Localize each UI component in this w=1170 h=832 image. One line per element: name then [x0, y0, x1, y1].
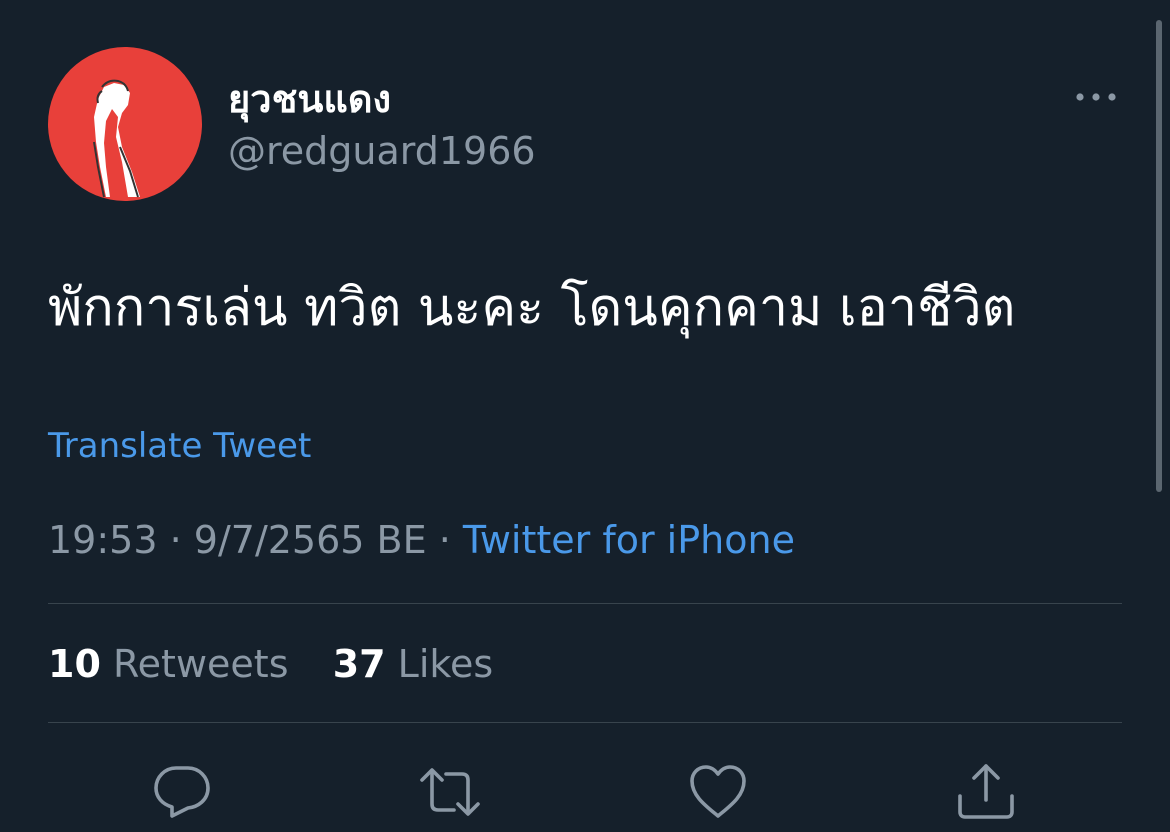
likes-label: Likes — [397, 642, 494, 686]
share-button[interactable] — [954, 760, 1018, 824]
retweets-count: 10 — [48, 642, 101, 686]
avatar[interactable] — [48, 47, 202, 201]
heart-icon — [690, 765, 746, 818]
meta-separator: · — [438, 518, 451, 562]
tweet-source-link[interactable]: Twitter for iPhone — [463, 518, 795, 562]
raised-fist-arm-icon — [93, 79, 140, 198]
more-options-button[interactable] — [1066, 80, 1126, 114]
retweets-label: Retweets — [112, 642, 289, 686]
translate-tweet-link[interactable]: Translate Tweet — [48, 424, 311, 468]
tweet-metadata: 19:53 · 9/7/2565 BE · Twitter for iPhone — [48, 516, 795, 564]
scrollbar[interactable] — [1156, 20, 1162, 492]
retweet-button[interactable] — [418, 760, 482, 824]
likes-count: 37 — [332, 642, 386, 686]
meta-separator: · — [169, 518, 182, 562]
likes-stat[interactable]: 37 Likes — [333, 642, 494, 686]
reply-button[interactable] — [150, 760, 214, 824]
user-handle[interactable]: @redguard1966 — [228, 128, 536, 174]
like-button[interactable] — [686, 760, 750, 824]
engagement-stats: 10 Retweets 37 Likes — [48, 640, 493, 688]
more-horizontal-icon — [1076, 93, 1116, 101]
tweet-text: พักการเล่น ทวิต นะคะ โดนคุกคาม เอาชีวิต — [48, 278, 1016, 338]
tweet-date: 9/7/2565 BE — [193, 518, 427, 562]
reply-icon — [154, 766, 210, 818]
divider — [48, 722, 1122, 723]
retweet-icon — [420, 768, 480, 816]
retweets-stat[interactable]: 10 Retweets — [48, 642, 289, 686]
tweet-time: 19:53 — [48, 518, 158, 562]
divider — [48, 603, 1122, 604]
tweet-detail-page: ยุวชนแดง @redguard1966 พักการเล่น ทวิต น… — [0, 0, 1170, 832]
display-name[interactable]: ยุวชนแดง — [228, 76, 391, 122]
share-icon — [958, 764, 1014, 819]
